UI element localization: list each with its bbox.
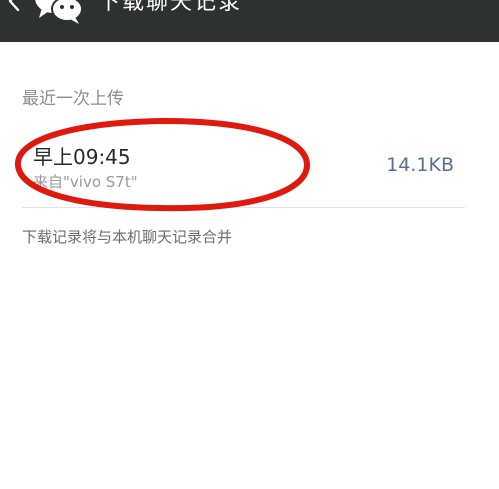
top-nav-bar: 下载聊天记录 (0, 0, 499, 42)
divider (22, 207, 465, 208)
chevron-left-icon (8, 0, 20, 12)
record-time: 早上09:45 (33, 145, 131, 169)
back-button[interactable] (2, 0, 26, 16)
merge-note: 下载记录将与本机聊天记录合并 (22, 228, 233, 246)
page-title: 下载聊天记录 (98, 0, 243, 15)
wechat-logo-icon (35, 0, 83, 24)
record-file-size: 14.1KB (386, 154, 454, 176)
section-header-latest-upload: 最近一次上传 (22, 89, 124, 109)
chat-record-item[interactable]: 早上09:45 来自"vivo S7t" 14.1KB (0, 128, 499, 206)
record-source-device: 来自"vivo S7t" (33, 173, 138, 191)
